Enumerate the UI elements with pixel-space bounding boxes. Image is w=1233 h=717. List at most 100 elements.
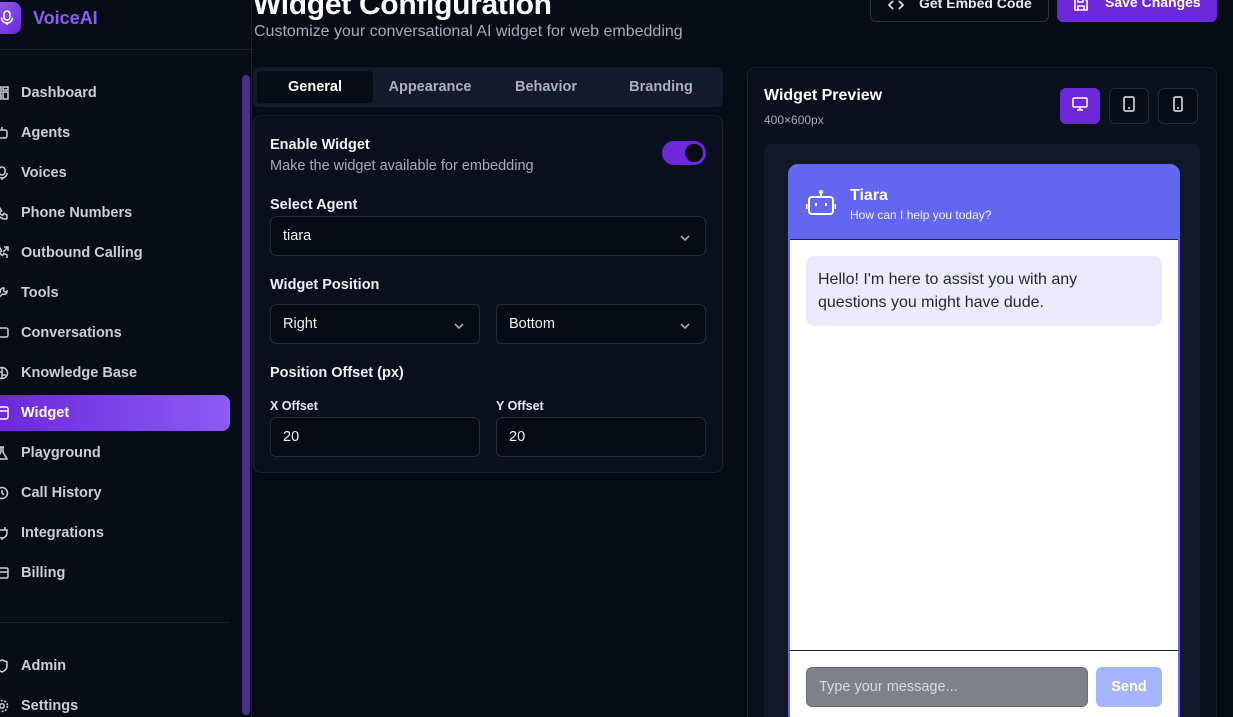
- sidebar-item-conversations[interactable]: Conversations: [0, 315, 230, 351]
- sidebar-item-integrations[interactable]: Integrations: [0, 515, 230, 551]
- x-offset-input[interactable]: 20: [270, 417, 480, 457]
- get-embed-code-button[interactable]: Get Embed Code: [870, 0, 1049, 22]
- sidebar-item-label: Integrations: [21, 525, 104, 541]
- preview-stage: Tiara How can I help you today? Hello! I…: [764, 144, 1200, 717]
- position-offset-label: Position Offset (px): [270, 365, 404, 381]
- widget-header: Tiara How can I help you today?: [790, 166, 1178, 240]
- sidebar-item-widget[interactable]: Widget: [0, 395, 230, 431]
- tablet-view-button[interactable]: [1109, 88, 1149, 124]
- preview-size: 400×600px: [764, 113, 824, 127]
- sidebar: VoiceAI Dashboard Agents Voices Phone Nu…: [0, 0, 252, 717]
- page-title: Widget Configuration: [253, 0, 552, 21]
- sidebar-item-phone-numbers[interactable]: Phone Numbers: [0, 195, 230, 231]
- widget-position-label: Widget Position: [270, 277, 380, 293]
- sidebar-item-outbound-calling[interactable]: Outbound Calling: [0, 235, 230, 271]
- chevron-down-icon: [453, 319, 465, 335]
- mobile-view-button[interactable]: [1158, 88, 1198, 124]
- save-changes-button[interactable]: Save Changes: [1057, 0, 1217, 22]
- sidebar-item-label: Widget: [21, 405, 70, 421]
- general-settings-card: Enable Widget Make the widget available …: [253, 115, 723, 473]
- bot-icon: [0, 125, 10, 141]
- wrench-icon: [0, 285, 10, 301]
- y-offset-label: Y Offset: [496, 399, 544, 413]
- widget-agent-name: Tiara: [850, 187, 888, 204]
- agent-select-value: tiara: [283, 228, 312, 244]
- sidebar-item-label: Playground: [21, 445, 101, 461]
- sidebar-item-agents[interactable]: Agents: [0, 115, 230, 151]
- sidebar-item-voices[interactable]: Voices: [0, 155, 230, 191]
- x-offset-label: X Offset: [270, 399, 318, 413]
- horizontal-position-select[interactable]: Right: [270, 304, 480, 344]
- sidebar-item-call-history[interactable]: Call History: [0, 475, 230, 511]
- brain-icon: [0, 365, 10, 381]
- app-name[interactable]: VoiceAI: [33, 8, 98, 29]
- chat-widget: Tiara How can I help you today? Hello! I…: [788, 164, 1180, 717]
- sidebar-item-playground[interactable]: Playground: [0, 435, 230, 471]
- microphone-icon: [0, 165, 10, 181]
- message-input-placeholder: Type your message...: [819, 679, 958, 695]
- vertical-position-select[interactable]: Bottom: [496, 304, 706, 344]
- tablet-icon: [1123, 95, 1135, 117]
- preview-title: Widget Preview: [764, 87, 883, 104]
- sidebar-item-label: Outbound Calling: [21, 245, 143, 261]
- widget-preview-panel: Widget Preview 400×600px Tiara How can I…: [747, 67, 1217, 717]
- message-input[interactable]: Type your message...: [806, 667, 1088, 707]
- sidebar-item-knowledge-base[interactable]: Knowledge Base: [0, 355, 230, 391]
- desktop-view-button[interactable]: [1060, 88, 1100, 124]
- widget-input-bar: Type your message... Send: [790, 650, 1178, 717]
- config-tabs: General Appearance Behavior Branding: [253, 67, 723, 107]
- sidebar-item-label: Voices: [21, 165, 67, 181]
- code-icon: [887, 0, 905, 16]
- vertical-position-value: Bottom: [509, 316, 555, 332]
- plug-icon: [0, 525, 10, 541]
- horizontal-position-value: Right: [283, 316, 317, 332]
- sidebar-item-label: Knowledge Base: [21, 365, 138, 381]
- tab-appearance[interactable]: Appearance: [372, 71, 488, 103]
- microphone-logo-icon: [0, 2, 21, 34]
- sidebar-divider: [0, 622, 230, 623]
- tab-behavior[interactable]: Behavior: [488, 71, 604, 103]
- sidebar-item-label: Conversations: [21, 325, 122, 341]
- bot-icon: [805, 189, 837, 221]
- sidebar-item-admin[interactable]: Admin: [0, 648, 230, 684]
- agent-select[interactable]: tiara: [270, 216, 706, 256]
- y-offset-value: 20: [509, 429, 526, 445]
- chevron-down-icon: [679, 319, 691, 335]
- sidebar-item-settings[interactable]: Settings: [0, 688, 230, 717]
- sidebar-item-label: Tools: [21, 285, 59, 301]
- sidebar-item-tools[interactable]: Tools: [0, 275, 230, 311]
- select-agent-label: Select Agent: [270, 197, 358, 213]
- toggle-knob: [685, 144, 703, 162]
- widget-tagline: How can I help you today?: [850, 208, 992, 222]
- x-offset-value: 20: [283, 429, 300, 445]
- shield-icon: [0, 658, 10, 674]
- sidebar-scrollbar[interactable]: [242, 75, 250, 715]
- greeting-message: Hello! I'm here to assist you with any q…: [806, 256, 1162, 326]
- sidebar-item-label: Phone Numbers: [21, 205, 133, 221]
- brand-header: VoiceAI: [0, 0, 252, 50]
- y-offset-input[interactable]: 20: [496, 417, 706, 457]
- phone-outgoing-icon: [0, 245, 10, 261]
- tab-branding[interactable]: Branding: [603, 71, 719, 103]
- gear-icon: [0, 698, 10, 714]
- tab-general[interactable]: General: [257, 71, 373, 103]
- sidebar-item-dashboard[interactable]: Dashboard: [0, 75, 230, 111]
- credit-card-icon: [0, 565, 10, 581]
- enable-widget-label: Enable Widget: [270, 137, 370, 153]
- desktop-icon: [1072, 96, 1088, 116]
- phone-icon: [0, 205, 10, 221]
- send-button[interactable]: Send: [1096, 667, 1162, 707]
- chat-icon: [0, 325, 10, 341]
- sidebar-item-label: Settings: [21, 698, 79, 714]
- sidebar-item-label: Dashboard: [21, 85, 97, 101]
- history-icon: [0, 485, 10, 501]
- page-subtitle: Customize your conversational AI widget …: [254, 23, 683, 40]
- sidebar-item-label: Admin: [21, 658, 67, 674]
- enable-widget-toggle[interactable]: [662, 141, 706, 165]
- save-icon: [1073, 0, 1089, 15]
- chevron-down-icon: [679, 231, 691, 247]
- sidebar-item-billing[interactable]: Billing: [0, 555, 230, 591]
- dashboard-icon: [0, 85, 10, 101]
- mobile-icon: [1173, 95, 1183, 117]
- enable-widget-description: Make the widget available for embedding: [270, 158, 534, 174]
